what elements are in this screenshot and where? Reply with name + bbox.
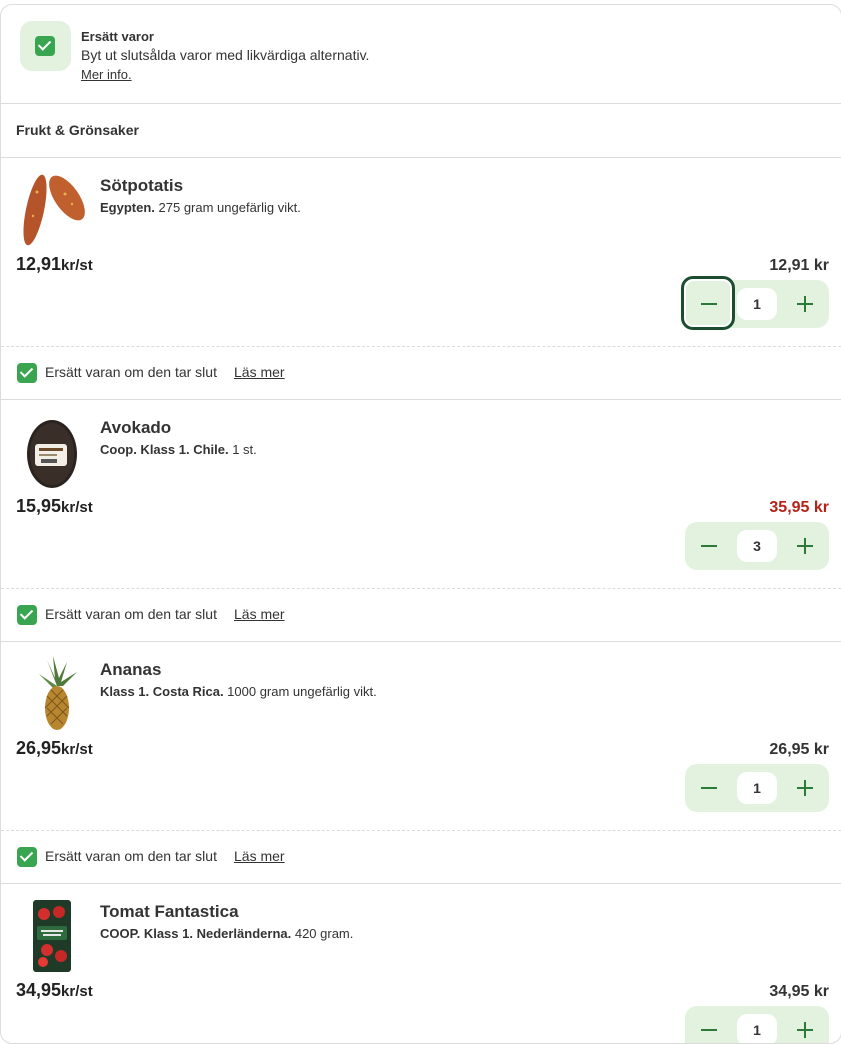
replace-item-checkbox[interactable]: [17, 363, 37, 383]
product-row: Sötpotatis Egypten. 275 gram ungefärlig …: [1, 158, 841, 347]
replace-goods-checkbox[interactable]: [20, 21, 71, 71]
unit-price: 15,95kr/st: [16, 496, 93, 517]
replace-item-row: Ersätt varan om den tar slut Läs mer: [1, 831, 841, 884]
replace-item-row: Ersätt varan om den tar slut Läs mer: [1, 589, 841, 642]
replace-item-row: Ersätt varan om den tar slut Läs mer: [1, 347, 841, 400]
decrease-quantity-button[interactable]: [681, 276, 735, 330]
product-row: Avokado Coop. Klass 1. Chile. 1 st. 15,9…: [1, 400, 841, 589]
product-name[interactable]: Avokado: [100, 418, 171, 438]
quantity-value[interactable]: 1: [737, 1014, 777, 1043]
product-origin: COOP. Klass 1. Nederländerna.: [100, 926, 292, 941]
replace-goods-banner: Ersätt varor Byt ut slutsålda varor med …: [1, 5, 841, 104]
product-name[interactable]: Sötpotatis: [100, 176, 183, 196]
product-row: Tomat Fantastica COOP. Klass 1. Nederlän…: [1, 884, 841, 1043]
decrease-quantity-button[interactable]: [685, 1006, 733, 1043]
decrease-quantity-button[interactable]: [685, 522, 733, 570]
product-origin: Egypten.: [100, 200, 155, 215]
unit-price-unit: kr/st: [61, 499, 93, 516]
unit-price-unit: kr/st: [61, 257, 93, 274]
quantity-value[interactable]: 1: [737, 772, 777, 804]
quantity-stepper: 1: [685, 764, 829, 812]
replace-item-checkbox[interactable]: [17, 847, 37, 867]
tomato-package-image: [33, 900, 71, 972]
product-origin: Coop. Klass 1. Chile.: [100, 442, 229, 457]
replace-item-label: Ersätt varan om den tar slut: [45, 848, 217, 864]
product-name[interactable]: Tomat Fantastica: [100, 902, 239, 922]
unit-price-value: 34,95: [16, 980, 62, 1000]
total-price: 35,95 kr: [769, 499, 829, 516]
product-origin: Klass 1. Costa Rica.: [100, 684, 224, 699]
increase-quantity-button[interactable]: [781, 522, 829, 570]
read-more-link[interactable]: Läs mer: [234, 848, 285, 864]
product-description: Klass 1. Costa Rica. 1000 gram ungefärli…: [100, 684, 377, 699]
product-detail: 420 gram.: [291, 926, 354, 941]
more-info-link[interactable]: Mer info.: [81, 67, 132, 82]
checkmark-icon: [35, 36, 55, 56]
quantity-stepper: 1: [685, 1006, 829, 1043]
category-title: Frukt & Grönsaker: [16, 122, 139, 138]
replace-item-checkbox[interactable]: [17, 605, 37, 625]
product-detail: 275 gram ungefärlig vikt.: [154, 200, 301, 215]
total-price: 12,91 kr: [769, 257, 829, 274]
unit-price: 26,95kr/st: [16, 738, 93, 759]
unit-price-value: 12,91: [16, 254, 62, 274]
quantity-value[interactable]: 1: [737, 288, 777, 320]
product-name[interactable]: Ananas: [100, 660, 161, 680]
increase-quantity-button[interactable]: [781, 764, 829, 812]
increase-quantity-button[interactable]: [781, 280, 829, 328]
quantity-stepper: 3: [685, 522, 829, 570]
unit-price-unit: kr/st: [61, 983, 93, 1000]
unit-price: 34,95kr/st: [16, 980, 93, 1001]
cart-panel: Ersätt varor Byt ut slutsålda varor med …: [0, 4, 841, 1044]
sweet-potato-image: [23, 174, 85, 246]
replace-item-label: Ersätt varan om den tar slut: [45, 606, 217, 622]
decrease-quantity-button[interactable]: [685, 764, 733, 812]
replace-goods-title: Ersätt varor: [81, 29, 154, 44]
quantity-stepper: 1: [681, 276, 829, 330]
increase-quantity-button[interactable]: [781, 1006, 829, 1043]
unit-price-value: 15,95: [16, 496, 62, 516]
product-row: Ananas Klass 1. Costa Rica. 1000 gram un…: [1, 642, 841, 831]
read-more-link[interactable]: Läs mer: [234, 606, 285, 622]
avocado-image: [27, 420, 77, 488]
total-price: 34,95 kr: [769, 983, 829, 1000]
unit-price-unit: kr/st: [61, 741, 93, 758]
replace-item-label: Ersätt varan om den tar slut: [45, 364, 217, 380]
category-heading: Frukt & Grönsaker: [1, 104, 841, 158]
replace-goods-description: Byt ut slutsålda varor med likvärdiga al…: [81, 47, 370, 63]
product-description: Coop. Klass 1. Chile. 1 st.: [100, 442, 257, 457]
unit-price: 12,91kr/st: [16, 254, 93, 275]
product-description: Egypten. 275 gram ungefärlig vikt.: [100, 200, 301, 215]
read-more-link[interactable]: Läs mer: [234, 364, 285, 380]
product-detail: 1000 gram ungefärlig vikt.: [223, 684, 377, 699]
unit-price-value: 26,95: [16, 738, 62, 758]
product-description: COOP. Klass 1. Nederländerna. 420 gram.: [100, 926, 353, 941]
quantity-value[interactable]: 3: [737, 530, 777, 562]
pineapple-image: [39, 656, 77, 730]
product-detail: 1 st.: [228, 442, 257, 457]
total-price: 26,95 kr: [769, 741, 829, 758]
